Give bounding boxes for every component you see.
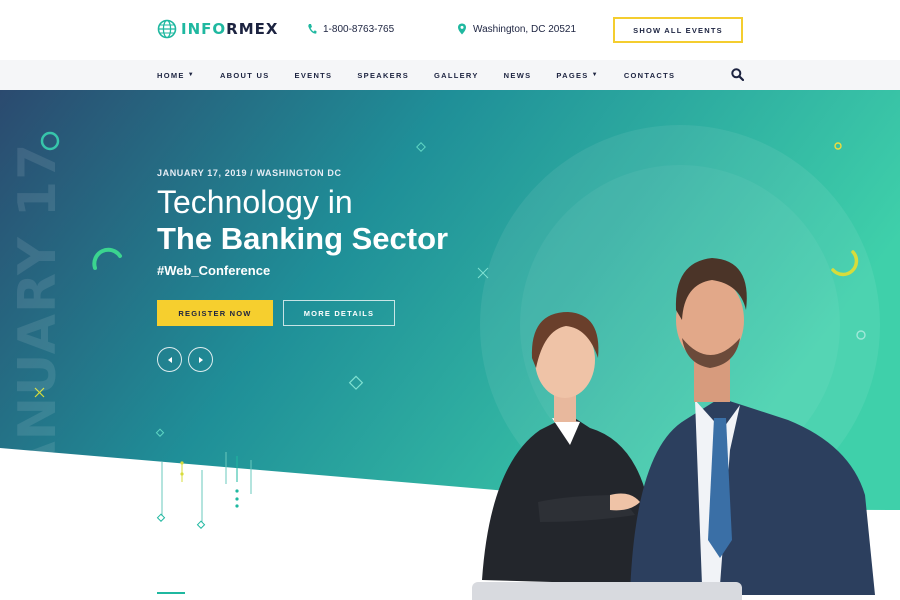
slider-next-button[interactable] [188, 347, 213, 372]
logo-text: INFORMEX [181, 20, 279, 38]
nav-item-gallery[interactable]: GALLERY [434, 71, 479, 80]
main-navigation: HOME ▼ ABOUT US EVENTS SPEAKERS GALLERY … [0, 60, 900, 90]
speakers-photo [482, 258, 875, 595]
location-text: Washington, DC 20521 [473, 23, 577, 35]
more-details-button[interactable]: MORE DETAILS [283, 300, 395, 326]
globe-logo-icon [157, 19, 177, 39]
section-accent-line [157, 592, 185, 594]
content-card-preview [472, 582, 742, 600]
arrow-right-icon [198, 356, 203, 363]
map-pin-icon [458, 23, 466, 35]
nav-item-speakers[interactable]: SPEAKERS [357, 71, 409, 80]
event-date-location: JANUARY 17, 2019 / WASHINGTON DC [157, 168, 342, 178]
hero-section: JANUARY 17 JANUARY 17, 2019 / WASHINGTON… [0, 90, 900, 600]
nav-item-home[interactable]: HOME ▼ [157, 71, 195, 80]
hero-title-line-1: Technology in [157, 184, 353, 220]
nav-item-label: NEWS [503, 70, 532, 80]
nav-item-events[interactable]: EVENTS [295, 71, 333, 80]
show-all-events-button[interactable]: SHOW ALL EVENTS [613, 17, 743, 43]
register-now-button[interactable]: REGISTER NOW [157, 300, 273, 326]
chevron-down-icon: ▼ [187, 72, 195, 78]
nav-item-label: EVENTS [294, 70, 333, 80]
nav-item-label: ABOUT US [219, 70, 270, 80]
nav-item-pages[interactable]: PAGES ▼ [556, 71, 598, 80]
logo[interactable]: INFORMEX [157, 19, 278, 39]
chevron-down-icon: ▼ [591, 72, 599, 78]
arrow-left-icon [167, 356, 172, 363]
phone-icon [308, 24, 317, 34]
nav-item-label: PAGES [556, 70, 589, 80]
nav-item-label: GALLERY [434, 70, 479, 80]
top-header: INFORMEX 1-800-8763-765 Washington, DC 2… [0, 0, 900, 60]
nav-item-contacts[interactable]: CONTACTS [624, 71, 676, 80]
header-phone[interactable]: 1-800-8763-765 [307, 23, 394, 35]
nav-item-about-us[interactable]: ABOUT US [220, 71, 270, 80]
phone-number: 1-800-8763-765 [323, 23, 395, 35]
vertical-date-watermark: JANUARY 17 [8, 142, 68, 502]
slider-prev-button[interactable] [157, 347, 182, 372]
search-icon[interactable] [731, 68, 744, 81]
nav-item-news[interactable]: NEWS [504, 71, 532, 80]
nav-item-label: SPEAKERS [357, 70, 410, 80]
nav-item-label: HOME [157, 70, 185, 80]
nav-item-label: CONTACTS [623, 70, 676, 80]
header-location: Washington, DC 20521 [457, 23, 576, 35]
hero-hashtag: #Web_Conference [157, 263, 271, 278]
hero-title-line-2: The Banking Sector [157, 221, 449, 256]
